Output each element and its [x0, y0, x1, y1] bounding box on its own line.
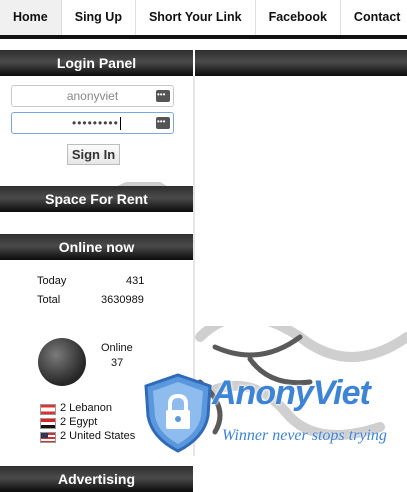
- sign-in-button[interactable]: Sign In: [67, 144, 120, 165]
- flag-usa-icon: [40, 432, 56, 443]
- today-label: Today: [37, 275, 67, 287]
- total-label: Total: [37, 294, 61, 306]
- watermark-tagline: Winner never stops trying: [222, 427, 387, 444]
- space-for-rent-title: Space For Rent: [0, 186, 193, 212]
- advertising-title: Advertising: [0, 466, 193, 492]
- top-navigation: Home Sing Up Short Your Link Facebook Co…: [0, 0, 407, 35]
- nav-facebook[interactable]: Facebook: [256, 0, 341, 35]
- login-panel-title: Login Panel: [0, 50, 193, 76]
- password-manager-icon[interactable]: [156, 85, 170, 105]
- globe-icon: [38, 338, 86, 386]
- today-value: 431: [126, 275, 145, 287]
- text-cursor: [119, 117, 121, 131]
- main-content-panel: [195, 76, 407, 326]
- username-value: anonyviet: [66, 89, 119, 103]
- online-label: Online: [101, 342, 133, 354]
- password-value: •••••••••: [72, 116, 119, 130]
- nav-underline-bar: [0, 35, 407, 39]
- watermark-title: AnonyViet: [212, 374, 371, 412]
- nav-home[interactable]: Home: [0, 0, 62, 35]
- username-field[interactable]: anonyviet: [11, 85, 174, 107]
- password-field[interactable]: •••••••••: [11, 112, 174, 134]
- flag-egypt-icon: [40, 418, 56, 429]
- shield-lock-icon: [144, 373, 212, 453]
- anonyviet-watermark: AnonyViet Winner never stops trying: [142, 372, 404, 458]
- online-value: 37: [111, 357, 124, 369]
- space-for-rent-panel: [0, 212, 193, 234]
- flag-lebanon-icon: [40, 404, 56, 415]
- nav-sign-up[interactable]: Sing Up: [62, 0, 136, 35]
- country-united-states: 2 United States: [60, 430, 136, 442]
- country-egypt: 2 Egypt: [60, 416, 98, 428]
- main-content-header: [195, 50, 407, 76]
- total-value: 3630989: [101, 294, 144, 306]
- password-manager-icon[interactable]: [156, 112, 170, 132]
- login-panel: anonyviet ••••••••• Sign In: [0, 76, 193, 182]
- nav-short-link[interactable]: Short Your Link: [136, 0, 256, 35]
- nav-contact[interactable]: Contact: [341, 0, 407, 35]
- country-lebanon: 2 Lebanon: [60, 402, 112, 414]
- online-now-title: Online now: [0, 234, 193, 260]
